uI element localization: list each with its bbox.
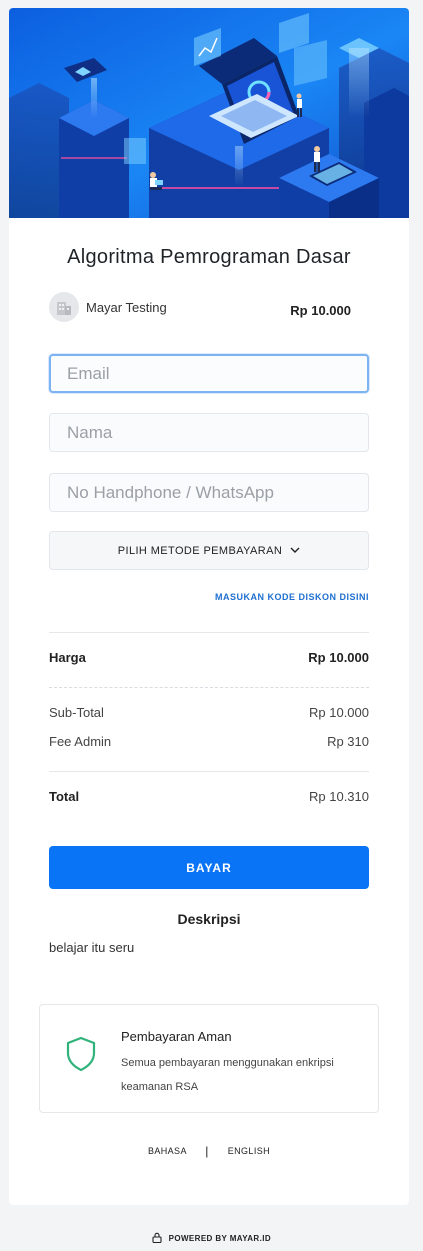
product-title: Algoritma Pemrograman Dasar: [67, 246, 351, 268]
divider: [49, 771, 369, 772]
chevron-down-icon: [290, 547, 300, 553]
total-value: Rp 10.310: [309, 789, 369, 804]
shield-icon: [66, 1036, 96, 1072]
powered-by-footer: POWERED BY MAYAR.ID: [0, 1232, 423, 1244]
payment-method-select[interactable]: PILIH METODE PEMBAYARAN: [49, 531, 369, 570]
summary-row-subtotal: Sub-Total Rp 10.000: [49, 705, 369, 720]
pay-button[interactable]: BAYAR: [49, 846, 369, 889]
powered-by-text[interactable]: POWERED BY MAYAR.ID: [169, 1234, 271, 1243]
summary-row-harga: Harga Rp 10.000: [49, 650, 369, 665]
summary-row-total: Total Rp 10.310: [49, 789, 369, 804]
seller-avatar: [49, 292, 79, 322]
divider: [49, 632, 369, 633]
divider-dashed: [49, 687, 369, 688]
name-input[interactable]: [49, 413, 369, 452]
description-title: Deskripsi: [177, 911, 241, 927]
building-icon: [57, 302, 71, 315]
harga-label: Harga: [49, 650, 86, 665]
secure-payment-box: Pembayaran Aman Semua pembayaran menggun…: [39, 1004, 379, 1113]
product-price: Rp 10.000: [290, 303, 351, 318]
lock-icon: [152, 1232, 162, 1244]
total-label: Total: [49, 789, 80, 804]
email-input[interactable]: [49, 354, 369, 393]
fee-label: Fee Admin: [49, 734, 112, 749]
seller-info: Mayar Testing Rp 10.000: [49, 292, 351, 324]
subtotal-value: Rp 10.000: [309, 705, 369, 720]
subtotal-label: Sub-Total: [49, 705, 104, 720]
language-label: BAHASA: [147, 1146, 187, 1156]
secure-title: Pembayaran Aman: [121, 1029, 232, 1044]
summary-row-fee: Fee Admin Rp 310: [49, 734, 369, 749]
language-separator: |: [205, 1144, 209, 1158]
seller-name: Mayar Testing: [86, 300, 167, 315]
secure-text: Semua pembayaran menggunakan enkripsi ke…: [121, 1057, 334, 1093]
phone-input[interactable]: [49, 473, 369, 512]
description-text: belajar itu seru: [49, 940, 135, 955]
language-switcher: BAHASA | ENGLISH: [9, 1144, 409, 1158]
language-option-english[interactable]: ENGLISH: [228, 1146, 270, 1156]
payment-method-label: PILIH METODE PEMBAYARAN: [117, 544, 283, 557]
harga-value: Rp 10.000: [308, 650, 369, 665]
fee-value: Rp 310: [327, 734, 369, 749]
discount-code-link[interactable]: MASUKAN KODE DISKON DISINI: [215, 592, 369, 602]
checkout-card: Algoritma Pemrograman Dasar Mayar Testin…: [9, 8, 409, 1205]
hero-illustration: [9, 8, 409, 218]
